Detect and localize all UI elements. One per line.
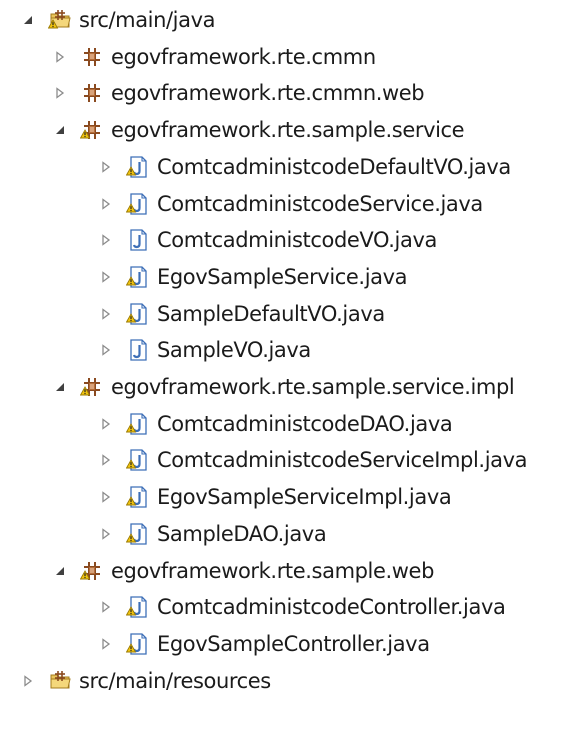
tree-item-egovframework-rte-sample-web[interactable]: egovframework.rte.sample.web	[52, 553, 434, 589]
collapsed-arrow-icon[interactable]	[98, 599, 114, 615]
tree-item-sampledefaultvo-java[interactable]: SampleDefaultVO.java	[98, 296, 385, 332]
tree-item-comtcadministcodedefaultvo-java[interactable]: ComtcadministcodeDefaultVO.java	[98, 149, 511, 185]
tree-item-egovframework-rte-cmmn[interactable]: egovframework.rte.cmmn	[52, 39, 376, 75]
tree-item-comtcadministcodevo-java[interactable]: ComtcadministcodeVO.java	[98, 222, 437, 258]
java-file-warning-icon	[126, 412, 150, 436]
source-folder-icon	[48, 669, 72, 693]
tree-item-egovsampleservice-java[interactable]: EgovSampleService.java	[98, 259, 408, 295]
tree-item-label: ComtcadministcodeDefaultVO.java	[157, 154, 511, 179]
tree-item-comtcadministcodeservice-java[interactable]: ComtcadministcodeService.java	[98, 186, 483, 222]
tree-item-comtcadministcodecontroller-java[interactable]: ComtcadministcodeController.java	[98, 589, 506, 625]
java-file-icon	[126, 338, 150, 362]
collapsed-arrow-icon[interactable]	[98, 232, 114, 248]
tree-item-egovsamplecontroller-java[interactable]: EgovSampleController.java	[98, 626, 430, 662]
java-file-warning-icon	[126, 265, 150, 289]
expanded-arrow-icon[interactable]	[52, 379, 68, 395]
tree-item-label: ComtcadministcodeDAO.java	[157, 411, 453, 436]
java-file-warning-icon	[126, 522, 150, 546]
package-icon	[80, 81, 104, 105]
package-warning-icon	[80, 118, 104, 142]
tree-item-label: SampleDAO.java	[157, 521, 327, 546]
java-file-icon	[126, 228, 150, 252]
tree-item-label: SampleDefaultVO.java	[157, 301, 385, 326]
collapsed-arrow-icon[interactable]	[98, 526, 114, 542]
collapsed-arrow-icon[interactable]	[98, 306, 114, 322]
tree-item-label: egovframework.rte.sample.service	[111, 118, 465, 143]
tree-item-label: SampleVO.java	[157, 338, 311, 363]
package-icon	[80, 45, 104, 69]
package-explorer-tree: src/main/java egovframework.rte.cmmn ego…	[0, 0, 586, 736]
tree-item-label: EgovSampleServiceImpl.java	[157, 485, 452, 510]
collapsed-arrow-icon[interactable]	[52, 49, 68, 65]
collapsed-arrow-icon[interactable]	[98, 416, 114, 432]
java-file-warning-icon	[126, 192, 150, 216]
tree-item-egovframework-rte-sample-service[interactable]: egovframework.rte.sample.service	[52, 112, 465, 148]
tree-item-label: ComtcadministcodeController.java	[157, 595, 506, 620]
collapsed-arrow-icon[interactable]	[52, 85, 68, 101]
java-file-warning-icon	[126, 595, 150, 619]
tree-item-label: EgovSampleService.java	[157, 264, 408, 289]
tree-item-egovsampleserviceimpl-java[interactable]: EgovSampleServiceImpl.java	[98, 479, 452, 515]
tree-item-label: egovframework.rte.sample.web	[111, 558, 435, 583]
tree-item-label: src/main/resources	[79, 668, 271, 693]
tree-item-label: ComtcadministcodeVO.java	[157, 228, 437, 253]
tree-item-label: egovframework.rte.cmmn	[111, 44, 376, 69]
tree-item-comtcadministcodedao-java[interactable]: ComtcadministcodeDAO.java	[98, 406, 453, 442]
tree-item-samplevo-java[interactable]: SampleVO.java	[98, 332, 311, 368]
package-warning-icon	[80, 559, 104, 583]
tree-item-label: ComtcadministcodeServiceImpl.java	[157, 448, 528, 473]
package-warning-icon	[80, 375, 104, 399]
expanded-arrow-icon[interactable]	[52, 122, 68, 138]
collapsed-arrow-icon[interactable]	[98, 342, 114, 358]
tree-item-label: ComtcadministcodeService.java	[157, 191, 483, 216]
tree-item-sampledao-java[interactable]: SampleDAO.java	[98, 516, 327, 552]
expanded-arrow-icon[interactable]	[52, 563, 68, 579]
tree-item-comtcadministcodeserviceimpl-java[interactable]: ComtcadministcodeServiceImpl.java	[98, 442, 528, 478]
java-file-warning-icon	[126, 155, 150, 179]
tree-item-label: egovframework.rte.sample.service.impl	[111, 375, 515, 399]
collapsed-arrow-icon[interactable]	[98, 452, 114, 468]
source-folder-warning-icon	[48, 8, 72, 32]
tree-item-src-main-java[interactable]: src/main/java	[20, 2, 215, 38]
expanded-arrow-icon[interactable]	[20, 12, 36, 28]
tree-item-label: src/main/java	[79, 8, 216, 32]
collapsed-arrow-icon[interactable]	[98, 489, 114, 505]
collapsed-arrow-icon[interactable]	[98, 159, 114, 175]
collapsed-arrow-icon[interactable]	[20, 673, 36, 689]
tree-item-egovframework-rte-cmmn-web[interactable]: egovframework.rte.cmmn.web	[52, 75, 425, 111]
collapsed-arrow-icon[interactable]	[98, 636, 114, 652]
tree-item-label: egovframework.rte.cmmn.web	[111, 81, 425, 106]
java-file-warning-icon	[126, 632, 150, 656]
java-file-warning-icon	[126, 485, 150, 509]
collapsed-arrow-icon[interactable]	[98, 269, 114, 285]
collapsed-arrow-icon[interactable]	[98, 196, 114, 212]
java-file-warning-icon	[126, 448, 150, 472]
java-file-warning-icon	[126, 302, 150, 326]
tree-item-src-main-resources[interactable]: src/main/resources	[20, 663, 271, 699]
tree-item-egovframework-rte-sample-service-impl[interactable]: egovframework.rte.sample.service.impl	[52, 369, 515, 405]
tree-item-label: EgovSampleController.java	[157, 631, 430, 656]
